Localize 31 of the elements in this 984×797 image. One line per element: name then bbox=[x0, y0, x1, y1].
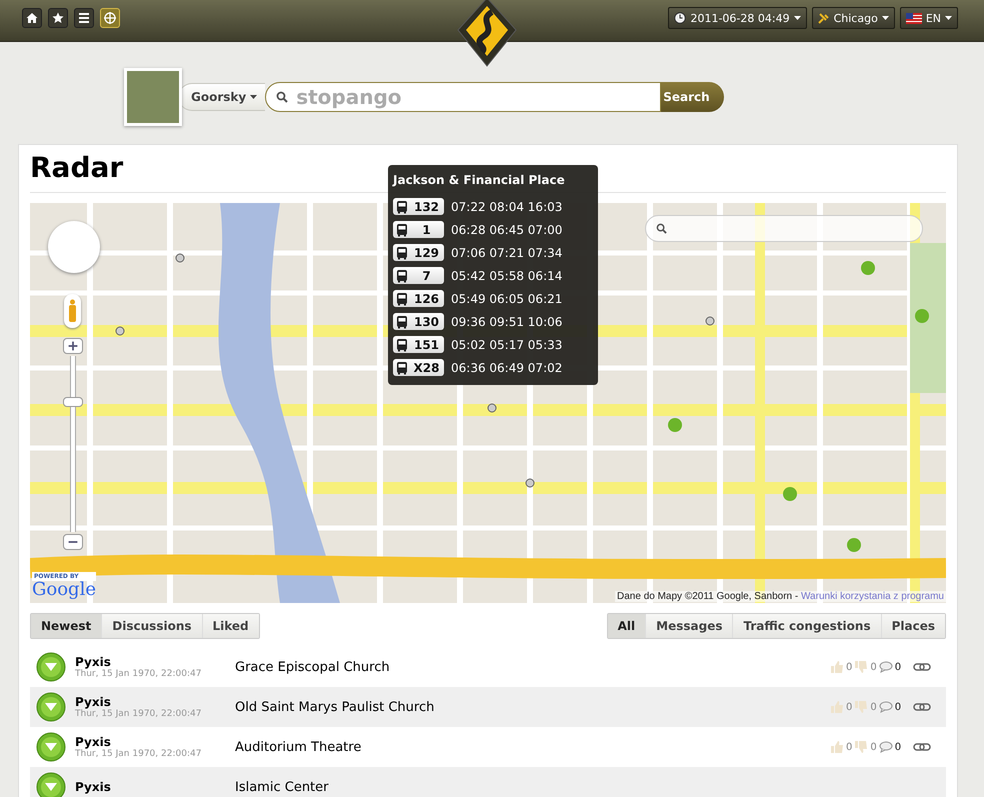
route-number: X28 bbox=[412, 360, 440, 374]
like-count: 0 bbox=[846, 702, 852, 712]
departure-times: 06:36 06:49 07:02 bbox=[451, 360, 562, 374]
post-date: Thur, 15 Jan 1970, 22:00:47 bbox=[75, 749, 202, 759]
departure-times: 06:28 06:45 07:00 bbox=[451, 222, 562, 236]
dislike-count: 0 bbox=[870, 742, 877, 752]
route-number: 132 bbox=[412, 200, 440, 214]
like-count: 0 bbox=[846, 662, 852, 672]
route-number: 129 bbox=[412, 246, 440, 260]
post-date: Thur, 15 Jan 1970, 22:00:47 bbox=[75, 669, 202, 679]
map-logo: Google bbox=[32, 581, 96, 599]
map-attribution: Dane do Mapy ©2011 Google, Sanborn - bbox=[617, 591, 798, 602]
route-number: 130 bbox=[412, 314, 440, 328]
comment-count: 0 bbox=[894, 742, 902, 752]
dislike-count: 0 bbox=[870, 662, 877, 672]
comment-count: 0 bbox=[894, 702, 902, 712]
departure-times: 07:22 08:04 16:03 bbox=[451, 200, 562, 214]
route-number: 151 bbox=[412, 338, 440, 352]
dislike-count: 0 bbox=[870, 702, 877, 712]
comment-count: 0 bbox=[894, 662, 902, 672]
like-count: 0 bbox=[846, 742, 852, 752]
route-number: 7 bbox=[421, 268, 432, 282]
stop-name: Jackson & Financial Place bbox=[393, 173, 566, 187]
departure-times: 07:06 07:21 07:34 bbox=[451, 246, 562, 260]
route-number: 126 bbox=[412, 292, 440, 306]
route-number: 1 bbox=[421, 222, 432, 236]
departure-times: 05:49 06:05 06:21 bbox=[451, 292, 562, 306]
departure-times: 09:36 09:51 10:06 bbox=[451, 314, 562, 328]
departure-times: 05:42 05:58 06:14 bbox=[451, 268, 562, 282]
departure-times: 05:02 05:17 05:33 bbox=[451, 338, 562, 352]
post-date: Thur, 15 Jan 1970, 22:00:47 bbox=[75, 709, 202, 719]
